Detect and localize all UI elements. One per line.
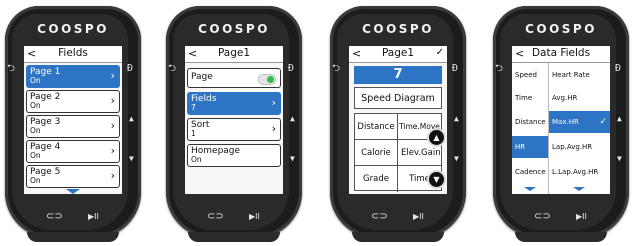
list-item-value: On [30,176,41,185]
page-button-icon[interactable]: Ð [127,64,133,74]
list-item-page-4[interactable]: Page 4 On › [26,140,120,163]
category-cadence[interactable]: Cadence [512,161,548,183]
back-arrow-icon[interactable]: < [352,47,361,60]
category-distance[interactable]: Distance [512,111,548,133]
screen-page1-layout: < Page1 ✓ 7 Speed Diagram Distance Time.… [349,46,447,194]
brand-logo: COOSPO [198,22,270,36]
speed-diagram-field[interactable]: Speed Diagram [354,87,442,109]
list-item-sort[interactable]: Sort 1 › [187,118,281,141]
back-arrow-icon[interactable]: < [515,47,524,60]
device-page1-layout: COOSPO ⮌ Ð ▲ ▼ ⊂⊃ ▶II < Page1 ✓ 7 Speed … [327,6,469,242]
field-list: Heart Rate Avg.HR Max.HR ✓ Lap.Avg.HR L.… [549,63,610,194]
down-button-icon[interactable]: ▼ [290,154,295,164]
category-list: Speed Time Distance HR Cadence [512,63,549,194]
screen-header: < Page1 ✓ [349,46,447,63]
brand-logo: COOSPO [362,22,434,36]
screen-header: < Fields [24,46,122,63]
brand-logo: COOSPO [525,22,597,36]
field-count-value[interactable]: 7 [354,66,442,84]
category-time[interactable]: Time [512,87,548,109]
up-button-icon[interactable]: ▲ [129,114,134,124]
play-pause-button-icon[interactable]: ▶II [576,212,587,222]
up-button-icon[interactable]: ▲ [290,114,295,124]
up-button-icon[interactable]: ▲ [617,114,622,124]
list-item-label: Page [191,72,213,82]
play-pause-button-icon[interactable]: ▶II [249,212,260,222]
screen-header: < Page1 [185,46,283,63]
lap-button-icon[interactable]: ⊂⊃ [207,212,224,222]
chevron-right-icon: › [110,94,115,107]
down-button-icon[interactable]: ▼ [129,154,134,164]
list-item-page-2[interactable]: Page 2 On › [26,90,120,113]
list-item-value: 7 [191,103,196,112]
page-button-icon[interactable]: Ð [288,64,294,74]
field-grade[interactable]: Grade [355,166,398,192]
list-item-value: On [30,101,41,110]
chevron-right-icon: › [110,169,115,182]
field-max-hr[interactable]: Max.HR ✓ [549,111,610,133]
scroll-down-button-icon[interactable]: ▼ [427,170,446,189]
page-button-icon[interactable]: Ð [615,64,621,74]
lap-button-icon[interactable]: ⊂⊃ [534,212,551,222]
back-button-icon[interactable]: ⮌ [495,64,503,74]
confirm-check-icon[interactable]: ✓ [436,47,444,58]
page-button-icon[interactable]: Ð [452,64,458,74]
list-item-value: On [30,76,41,85]
play-pause-button-icon[interactable]: ▶II [88,212,99,222]
field-distance[interactable]: Distance [355,114,398,140]
page-toggle-switch[interactable] [258,74,276,85]
field-calorie[interactable]: Calorie [355,140,398,166]
screen-title: Fields [58,47,88,59]
selected-check-icon: ✓ [599,117,607,127]
screen-data-fields: < Data Fields Speed Time Distance HR Cad… [512,46,610,194]
category-speed[interactable]: Speed [512,64,548,86]
device-data-fields: COOSPO ⮌ Ð ▲ ▼ ⊂⊃ ▶II < Data Fields Spee… [490,6,632,242]
down-button-icon[interactable]: ▼ [617,154,622,164]
back-button-icon[interactable]: ⮌ [332,64,340,74]
list-item-page-5[interactable]: Page 5 On › [26,165,120,188]
scroll-down-indicator-icon [573,187,585,191]
field-l-lap-avg-hr[interactable]: L.Lap.Avg.HR [549,161,610,183]
list-item-value: On [30,151,41,160]
list-item-page-toggle[interactable]: Page [187,68,281,88]
field-lap-avg-hr[interactable]: Lap.Avg.HR [549,136,610,158]
screen-page1-settings: < Page1 Page Fields 7 › Sort 1 › Homepag… [185,46,283,194]
screen-title: Page1 [217,47,251,59]
chevron-right-icon: › [271,122,276,135]
scroll-down-indicator-icon [524,187,536,191]
list-item-homepage[interactable]: Homepage On [187,144,281,167]
lap-button-icon[interactable]: ⊂⊃ [46,212,63,222]
list-item-page-1[interactable]: Page 1 On › [26,65,120,88]
list-item-fields[interactable]: Fields 7 › [187,92,281,115]
chevron-right-icon: › [110,119,115,132]
chevron-right-icon: › [110,144,115,157]
device-page1-settings: COOSPO ⮌ Ð ▲ ▼ ⊂⊃ ▶II < Page1 Page Field… [163,6,305,242]
brand-logo: COOSPO [37,22,109,36]
back-arrow-icon[interactable]: < [188,47,197,60]
list-item-value: 1 [191,129,196,138]
back-button-icon[interactable]: ⮌ [168,64,176,74]
list-item-value: On [30,126,41,135]
chevron-right-icon: › [110,69,115,82]
field-avg-hr[interactable]: Avg.HR [549,87,610,109]
back-arrow-icon[interactable]: < [27,47,36,60]
screen-header: < Data Fields [512,46,610,63]
list-item-value: On [191,155,202,164]
list-item-page-3[interactable]: Page 3 On › [26,115,120,138]
lap-button-icon[interactable]: ⊂⊃ [371,212,388,222]
scroll-up-button-icon[interactable]: ▲ [427,128,446,147]
chevron-right-icon: › [271,96,276,109]
up-button-icon[interactable]: ▲ [454,114,459,124]
screen-fields: < Fields Page 1 On › Page 2 On › Page 3 … [24,46,122,194]
device-fields: COOSPO ⮌ Ð ▲ ▼ ⊂⊃ ▶II < Fields Page 1 On… [2,6,144,242]
scroll-down-indicator-icon [66,189,80,194]
category-hr[interactable]: HR [512,136,548,158]
back-button-icon[interactable]: ⮌ [7,64,15,74]
screen-title: Page1 [381,47,415,59]
down-button-icon[interactable]: ▼ [454,154,459,164]
field-heart-rate[interactable]: Heart Rate [549,64,610,86]
play-pause-button-icon[interactable]: ▶II [413,212,424,222]
screen-title: Data Fields [531,47,591,59]
field-max-hr-label: Max.HR [552,118,579,126]
